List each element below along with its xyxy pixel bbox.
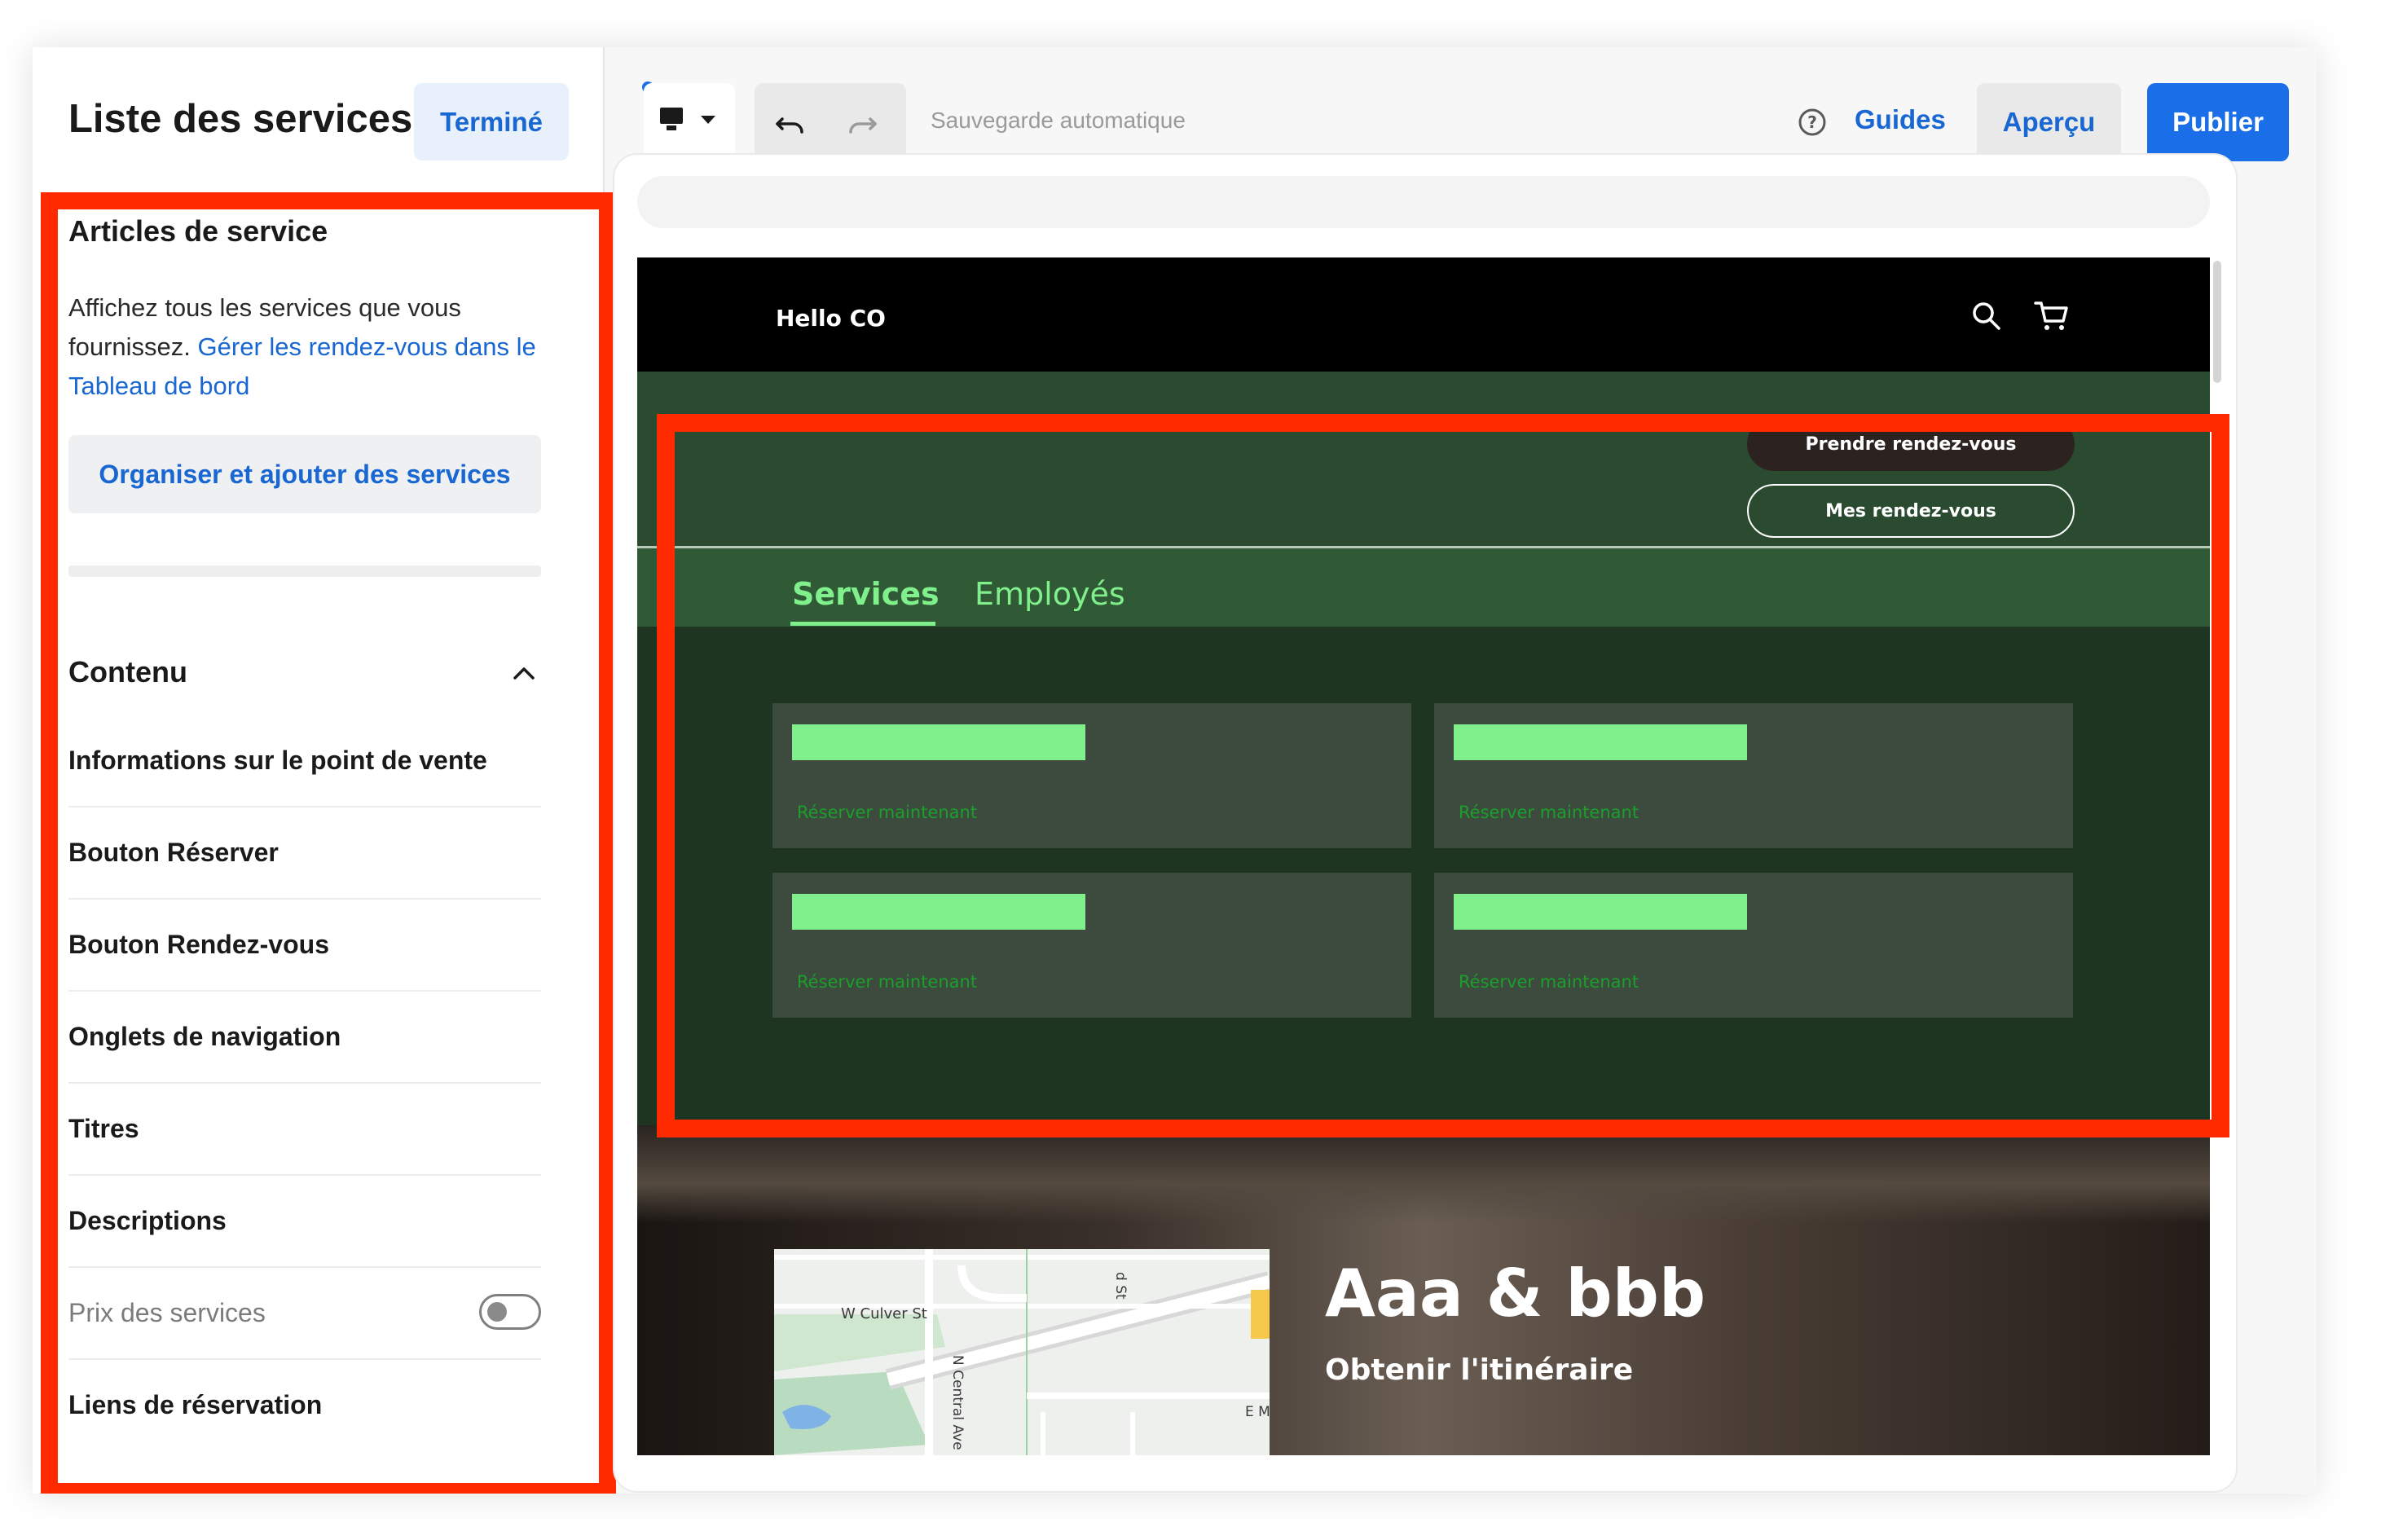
svg-text:?: ? [1807, 112, 1817, 132]
map-street-label: W Culver St [841, 1305, 927, 1322]
guides-link[interactable]: Guides [1855, 104, 1946, 135]
map-graphic: W Culver St N Central Ave d St E M [774, 1249, 1270, 1455]
site-header: Hello CO [637, 257, 2210, 372]
undo-redo-group [755, 83, 906, 161]
scrollbar[interactable] [2213, 261, 2221, 383]
map-street-label: N Central Ave [949, 1355, 966, 1450]
cart-icon[interactable] [2034, 300, 2070, 332]
preview-button[interactable]: Aperçu [1977, 83, 2121, 161]
help-icon[interactable]: ? [1798, 108, 1827, 137]
highlight-box-sidebar [41, 192, 616, 1494]
site-brand[interactable]: Hello CO [776, 305, 886, 332]
desktop-icon [660, 108, 715, 130]
publish-button[interactable]: Publier [2147, 83, 2289, 161]
location-map[interactable]: W Culver St N Central Ave d St E M [774, 1249, 1270, 1455]
done-button[interactable]: Terminé [414, 83, 569, 161]
address-bar [637, 176, 2210, 228]
undo-icon[interactable] [774, 108, 807, 137]
map-street-label: E M [1245, 1404, 1270, 1420]
map-street-label: d St [1112, 1272, 1129, 1300]
directions-link[interactable]: Obtenir l'itinéraire [1325, 1353, 1633, 1387]
autosave-status: Sauvegarde automatique [931, 108, 1186, 133]
photo-overlay [637, 1125, 2210, 1223]
device-selector[interactable] [644, 83, 735, 161]
location-title: Aaa & bbb [1325, 1256, 1706, 1331]
redo-icon[interactable] [846, 108, 878, 137]
search-icon[interactable] [1970, 300, 2003, 332]
highlight-box-services [657, 414, 2229, 1137]
page-title: Liste des services [68, 97, 413, 141]
